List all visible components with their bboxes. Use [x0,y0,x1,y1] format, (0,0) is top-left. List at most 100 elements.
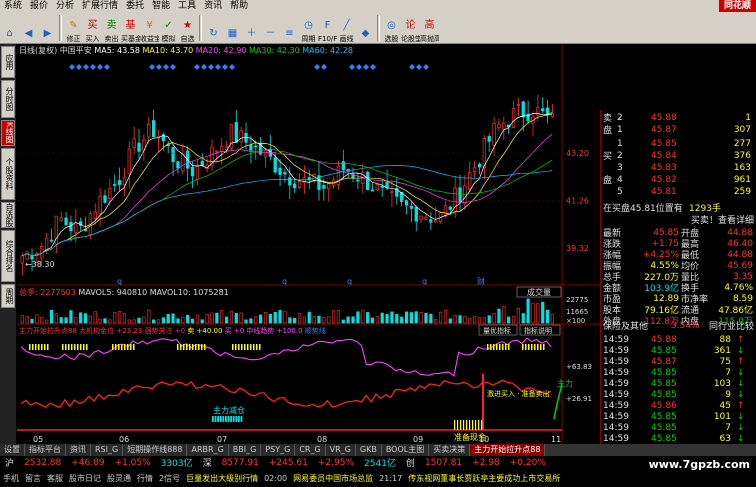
toolbar-button-sim[interactable]: ✓ 模拟 [159,13,178,43]
indicator-tab-3[interactable]: RSI_G [91,444,124,456]
indicator-header: 主力开始拉升点88 大机构金位 +23.23 强势关注 +0 卖 +40.00 … [19,326,326,335]
kline-chart[interactable]: 日线(复权) 中国平安 MA5: 43.58 MA10: 43.70 MA20:… [17,44,600,444]
indicator-tab-4[interactable]: 短期操作线888 [123,444,188,456]
toolbar-button-sell[interactable]: 卖卖出 [102,13,121,43]
toolbar-button-star[interactable]: ★ 自选 [178,13,197,43]
signal-stripe [543,344,545,350]
menu-item-4[interactable]: 委托 [122,0,148,12]
sell-row[interactable]: 盘 1 45.87 307 [601,124,756,137]
volume-tick-label: ×100 [566,317,585,325]
toolbar-button-refresh[interactable]: ↻ [204,13,223,43]
volume-bar [93,311,97,324]
volume-bar [351,316,355,324]
arrow-up-icon: ↑ [737,400,745,411]
toolbar-button-home[interactable]: ⌂ [0,13,19,43]
toolbar-button-grid[interactable]: ▦ [223,13,242,43]
buy-row[interactable]: 5 45.81 259 [601,186,756,197]
indicator-optimize-button[interactable]: 量优指标 [478,324,518,336]
toolbar-button-forum[interactable]: 论论股堂 [401,13,420,43]
toolbar-button-zoom-out[interactable]: － [261,13,280,43]
buy-row[interactable]: 3 45.83 163 [601,162,756,173]
query-row[interactable]: 买卖！查看详细 [601,214,756,226]
volume-bar [545,309,550,324]
toolbar-button-select[interactable]: ◎ 选股 [382,13,401,43]
buy-row[interactable]: 盘 4 45.82 961 [601,174,756,187]
indicator-tab-5[interactable]: ARBR_G [187,444,229,456]
tick-row: 14:59 45.85 7 ↓ [601,367,756,378]
toolbar-button-fund[interactable]: 基买基金 [121,13,140,43]
toolbar-button-forward[interactable]: ▶ [38,13,57,43]
left-tab-3[interactable]: 个股资料 [1,148,15,200]
left-tab-2[interactable]: K线图 [1,120,15,146]
left-tab-5[interactable]: 综合排名 [1,230,15,282]
menu-item-0[interactable]: 系统 [0,0,26,12]
left-tab-0[interactable]: 应用 [1,46,15,78]
toolbar-button-high[interactable]: 高高抛高手 [420,13,439,43]
sector-tab-row[interactable]: 保险及其他 3.54% 同行业比较 [601,320,756,333]
indicator-tab-2[interactable]: 资讯 [66,444,91,456]
toolbar-button-buy[interactable]: 买买入 [83,13,102,43]
indicator-tab-10[interactable]: GKB [355,444,382,456]
menu-item-6[interactable]: 工具 [174,0,200,12]
menu-item-1[interactable]: 报价 [26,0,52,12]
left-tab-1[interactable]: 分时图 [1,80,15,118]
volume-bar [244,319,248,324]
buy-row[interactable]: 买 2 45.84 376 [601,150,756,163]
toolbar-button-pin[interactable]: ◆ [356,13,375,43]
indicator-tab-6[interactable]: BBI_G [228,444,262,456]
signal-stripe [505,344,507,350]
sell-row[interactable]: 卖 2 45.88 1 [601,112,756,125]
status-item-4[interactable]: 股灵通 [104,473,134,484]
indicator-tab-12[interactable]: 买卖决策 [429,444,471,456]
reduce-bar [238,416,240,422]
signal-stripe [83,344,85,350]
tick-price: 45.85 [651,433,677,444]
indicator-tab-7[interactable]: PSY_G [261,444,296,456]
toolbar-button-bag[interactable]: ¥ 收益宝 [140,13,159,43]
indicator-tab-11[interactable]: BOOL主图 [381,444,430,456]
signal-stripe [38,344,40,350]
stat-value: 4.76% [724,282,753,293]
candle-body [263,149,268,158]
toolbar-button-wrench[interactable]: ✎ 修正 [64,13,83,43]
indicator-tab-9[interactable]: VR_G [325,444,356,456]
menu-item-7[interactable]: 资讯 [200,0,226,12]
menu-item-3[interactable]: 扩展行情 [78,0,122,12]
volume-bar [69,310,73,324]
status-item-0[interactable]: 手机 [0,473,22,484]
candle-body [516,104,521,107]
signal-stripe [531,344,533,350]
toolbar-label: 选股 [384,35,399,43]
menu-item-8[interactable]: 帮助 [226,0,252,12]
buy-row[interactable]: 1 45.85 277 [601,138,756,149]
indicator-tab-0[interactable]: 设置 [0,444,25,456]
volume-bar [263,312,268,324]
menu-item-2[interactable]: 分析 [52,0,78,12]
status-item-2[interactable]: 客服 [44,473,66,484]
toolbar-button-draw[interactable]: ╱ 画线 [337,13,356,43]
indicator-help-button[interactable]: 指标说明 [519,324,561,336]
indicator-tab-8[interactable]: CR_G [295,444,326,456]
reduce-bar [225,416,227,422]
volume-button[interactable]: 成交量 [516,286,562,298]
ticker-item: 创 [405,459,415,469]
indicator-tab-1[interactable]: 指标平台 [25,444,66,456]
toolbar-button-back[interactable]: ◀ [19,13,38,43]
toolbar-button-zoom-in[interactable]: ＋ [242,13,261,43]
volume-bar [492,313,496,324]
volume-bar [49,309,54,324]
toolbar-button-list[interactable]: ≡ [280,13,299,43]
ticker-item: 2532.88 [24,457,62,468]
toolbar-button-period[interactable]: ◷ 周期 [299,13,318,43]
indicator-tab-13[interactable]: 主力开始拉升点88 [470,444,546,456]
menu-item-5[interactable]: 智能 [148,0,174,12]
cash-bar [469,420,471,430]
left-tab-6[interactable]: 周期 [1,284,15,308]
left-tab-4[interactable]: 自选股 [1,202,15,228]
toolbar-label: 修正 [66,35,81,43]
toolbar-button-f10[interactable]: F F10/F9 [318,13,337,43]
status-item-5[interactable]: 行情 [134,473,156,484]
status-item-1[interactable]: 留言 [22,473,44,484]
status-item-3[interactable]: 股市日记 [66,473,104,484]
signal-stripe [201,344,203,350]
